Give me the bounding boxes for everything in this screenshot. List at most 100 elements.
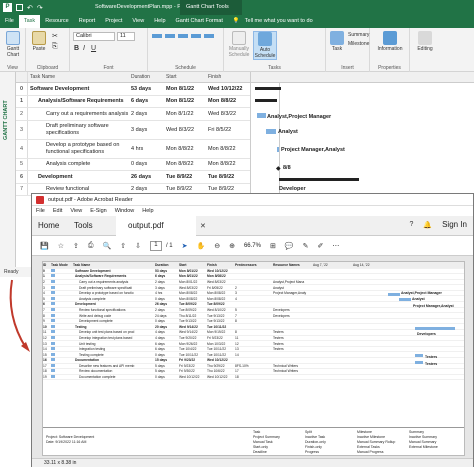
underline-icon[interactable]: U	[91, 45, 96, 52]
task-button[interactable]: Task	[328, 31, 346, 52]
auto-schedule-button[interactable]: Auto Schedule	[253, 31, 277, 60]
tab-help[interactable]: Help	[149, 15, 170, 28]
col-duration[interactable]: Duration	[131, 74, 166, 80]
milestone-diamond[interactable]: ◆	[276, 165, 281, 172]
zoom-out-icon[interactable]: ⊖	[214, 242, 220, 250]
task-finish[interactable]: Wed 8/3/22	[208, 111, 250, 117]
bold-icon[interactable]: B	[74, 45, 79, 52]
task-row[interactable]: 3 Draft preliminary software specificatio…	[16, 120, 250, 140]
task-start[interactable]: Mon 8/8/22	[166, 161, 208, 167]
task-finish[interactable]: Fri 8/5/22	[208, 127, 250, 133]
hand-tool-icon[interactable]: ✋	[197, 242, 206, 250]
task-row[interactable]: 0 Software Development 53 days Mon 8/1/22 We…	[16, 83, 250, 96]
task-finish[interactable]: Tue 8/9/22	[208, 186, 250, 192]
task-row[interactable]: 5 Analysis complete 0 days Mon 8/8/22 Mon 8/…	[16, 158, 250, 171]
more-tools-icon[interactable]: ⋯	[332, 242, 339, 250]
tab-task[interactable]: Task	[18, 15, 41, 28]
redo-icon[interactable]: ↷	[37, 4, 43, 12]
italic-icon[interactable]: I	[83, 45, 85, 52]
progress-100-icon[interactable]	[204, 34, 214, 38]
task-duration[interactable]: 0 days	[131, 161, 166, 167]
task-duration[interactable]: 26 days	[131, 174, 166, 180]
summary-button[interactable]: Summary	[348, 32, 369, 38]
search-icon[interactable]: 🔍	[102, 242, 111, 250]
task-start[interactable]: Tue 8/9/22	[166, 186, 208, 192]
task-row[interactable]: 1 Analysis/Software Requirements 6 days Mon…	[16, 95, 250, 108]
task-duration[interactable]: 53 days	[131, 86, 166, 92]
tab-tools[interactable]: Tools	[74, 221, 102, 230]
page-up-icon[interactable]: ⇧	[120, 242, 126, 250]
menu-window[interactable]: Window	[115, 208, 135, 214]
task-bar[interactable]	[257, 113, 266, 118]
share-icon[interactable]: ⇪	[73, 242, 79, 250]
manually-schedule-button[interactable]: Manually Schedule	[225, 31, 253, 58]
summary-bar[interactable]	[255, 87, 281, 90]
task-row[interactable]: 6 Development 26 days Tue 8/9/22 Tue 8/9/22	[16, 171, 250, 184]
progress-25-icon[interactable]	[165, 34, 175, 38]
menu-help[interactable]: Help	[142, 208, 153, 214]
menu-esign[interactable]: E-Sign	[90, 208, 107, 214]
tab-report[interactable]: Report	[74, 15, 101, 28]
task-name[interactable]: Software Development	[28, 86, 131, 92]
menu-file[interactable]: File	[36, 208, 45, 214]
task-start[interactable]: Mon 8/8/22	[166, 146, 208, 152]
task-start[interactable]: Mon 8/1/22	[166, 86, 208, 92]
task-finish[interactable]: Mon 8/8/22	[208, 98, 250, 104]
select-cursor-icon[interactable]: ➤	[182, 242, 188, 250]
tab-view[interactable]: View	[127, 15, 149, 28]
copy-icon[interactable]: ⎘	[52, 43, 58, 51]
bookmark-icon[interactable]: ☆	[58, 242, 64, 250]
task-finish[interactable]: Wed 10/12/22	[208, 86, 250, 92]
task-finish[interactable]: Mon 8/8/22	[208, 146, 250, 152]
page-down-icon[interactable]: ⇩	[135, 242, 141, 250]
highlight-icon[interactable]: ✐	[317, 242, 323, 250]
tab-home[interactable]: Home	[38, 221, 66, 230]
information-button[interactable]: Information	[372, 31, 408, 52]
task-row[interactable]: 2 Carry out a requirements analysis 2 days…	[16, 108, 250, 121]
task-start[interactable]: Tue 8/9/22	[166, 174, 208, 180]
help-icon[interactable]: ?	[409, 221, 413, 228]
progress-75-icon[interactable]	[191, 34, 201, 38]
task-name[interactable]: Review functional	[28, 186, 131, 192]
col-start[interactable]: Start	[166, 74, 208, 80]
task-duration[interactable]: 4 hrs	[131, 146, 166, 152]
col-task-name[interactable]: Task Name	[28, 74, 131, 80]
tab-project[interactable]: Project	[100, 15, 127, 28]
undo-icon[interactable]: ↶	[27, 4, 33, 12]
task-duration[interactable]: 2 days	[131, 186, 166, 192]
pen-icon[interactable]: ✎	[303, 242, 309, 250]
task-name[interactable]: Development	[28, 174, 131, 180]
cut-icon[interactable]: ✂	[52, 32, 58, 40]
task-name[interactable]: Develop a prototype based on functional …	[28, 142, 131, 154]
task-name[interactable]: Draft preliminary software specification…	[28, 123, 131, 135]
editing-button[interactable]: Editing	[412, 31, 438, 52]
font-size-select[interactable]: 11	[117, 32, 135, 41]
gantt-chart-button[interactable]: Gantt Chart	[2, 31, 24, 58]
page-number-input[interactable]: 1	[149, 240, 162, 251]
task-start[interactable]: Mon 8/1/22	[166, 111, 208, 117]
zoom-level[interactable]: 66.7%	[244, 243, 261, 249]
sign-in-link[interactable]: Sign In	[442, 220, 467, 229]
tell-me-box[interactable]: Tell me what you want to do	[245, 15, 318, 28]
task-start[interactable]: Mon 8/1/22	[166, 98, 208, 104]
task-row[interactable]: 4 Develop a prototype based on functional…	[16, 139, 250, 159]
task-start[interactable]: Wed 8/3/22	[166, 127, 208, 133]
font-name-select[interactable]: Calibri	[73, 32, 115, 41]
summary-bar[interactable]	[279, 178, 359, 181]
comment-icon[interactable]: 💬	[285, 242, 294, 250]
tab-resource[interactable]: Resource	[40, 15, 74, 28]
task-finish[interactable]: Tue 8/9/22	[208, 174, 250, 180]
menu-view[interactable]: View	[70, 208, 82, 214]
summary-bar[interactable]	[255, 99, 277, 102]
task-duration[interactable]: 2 days	[131, 111, 166, 117]
progress-50-icon[interactable]	[178, 34, 188, 38]
task-finish[interactable]: Mon 8/8/22	[208, 161, 250, 167]
task-bar[interactable]	[277, 147, 279, 152]
close-tab-icon[interactable]: ✕	[200, 222, 206, 230]
bell-icon[interactable]: 🔔	[423, 221, 432, 229]
task-bar[interactable]	[266, 129, 276, 134]
task-duration[interactable]: 6 days	[131, 98, 166, 104]
fit-page-icon[interactable]: ⊞	[270, 242, 276, 250]
tab-gantt-format[interactable]: Gantt Chart Format	[171, 15, 228, 28]
tab-document[interactable]: output.pdf	[116, 215, 196, 236]
